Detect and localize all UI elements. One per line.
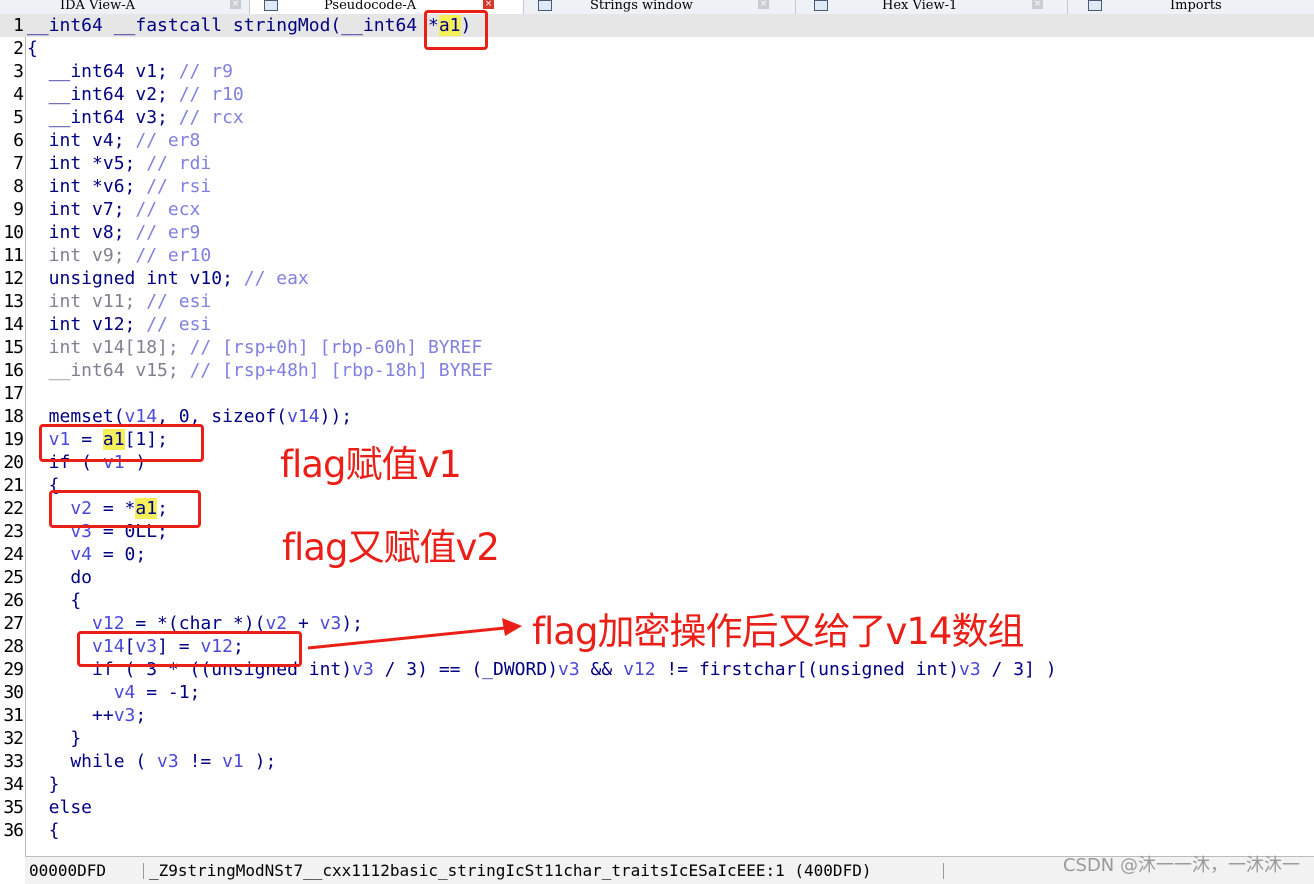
status-divider xyxy=(143,863,144,879)
annotation-arrow xyxy=(307,618,522,650)
status-divider xyxy=(943,863,944,879)
watermark: CSDN @沐一一沐，一沐沐一 xyxy=(1062,855,1300,876)
status-address: 00000DFD xyxy=(29,861,107,880)
status-symbol: _Z9stringModNSt7__cxx1112basic_stringIcS… xyxy=(149,861,872,880)
